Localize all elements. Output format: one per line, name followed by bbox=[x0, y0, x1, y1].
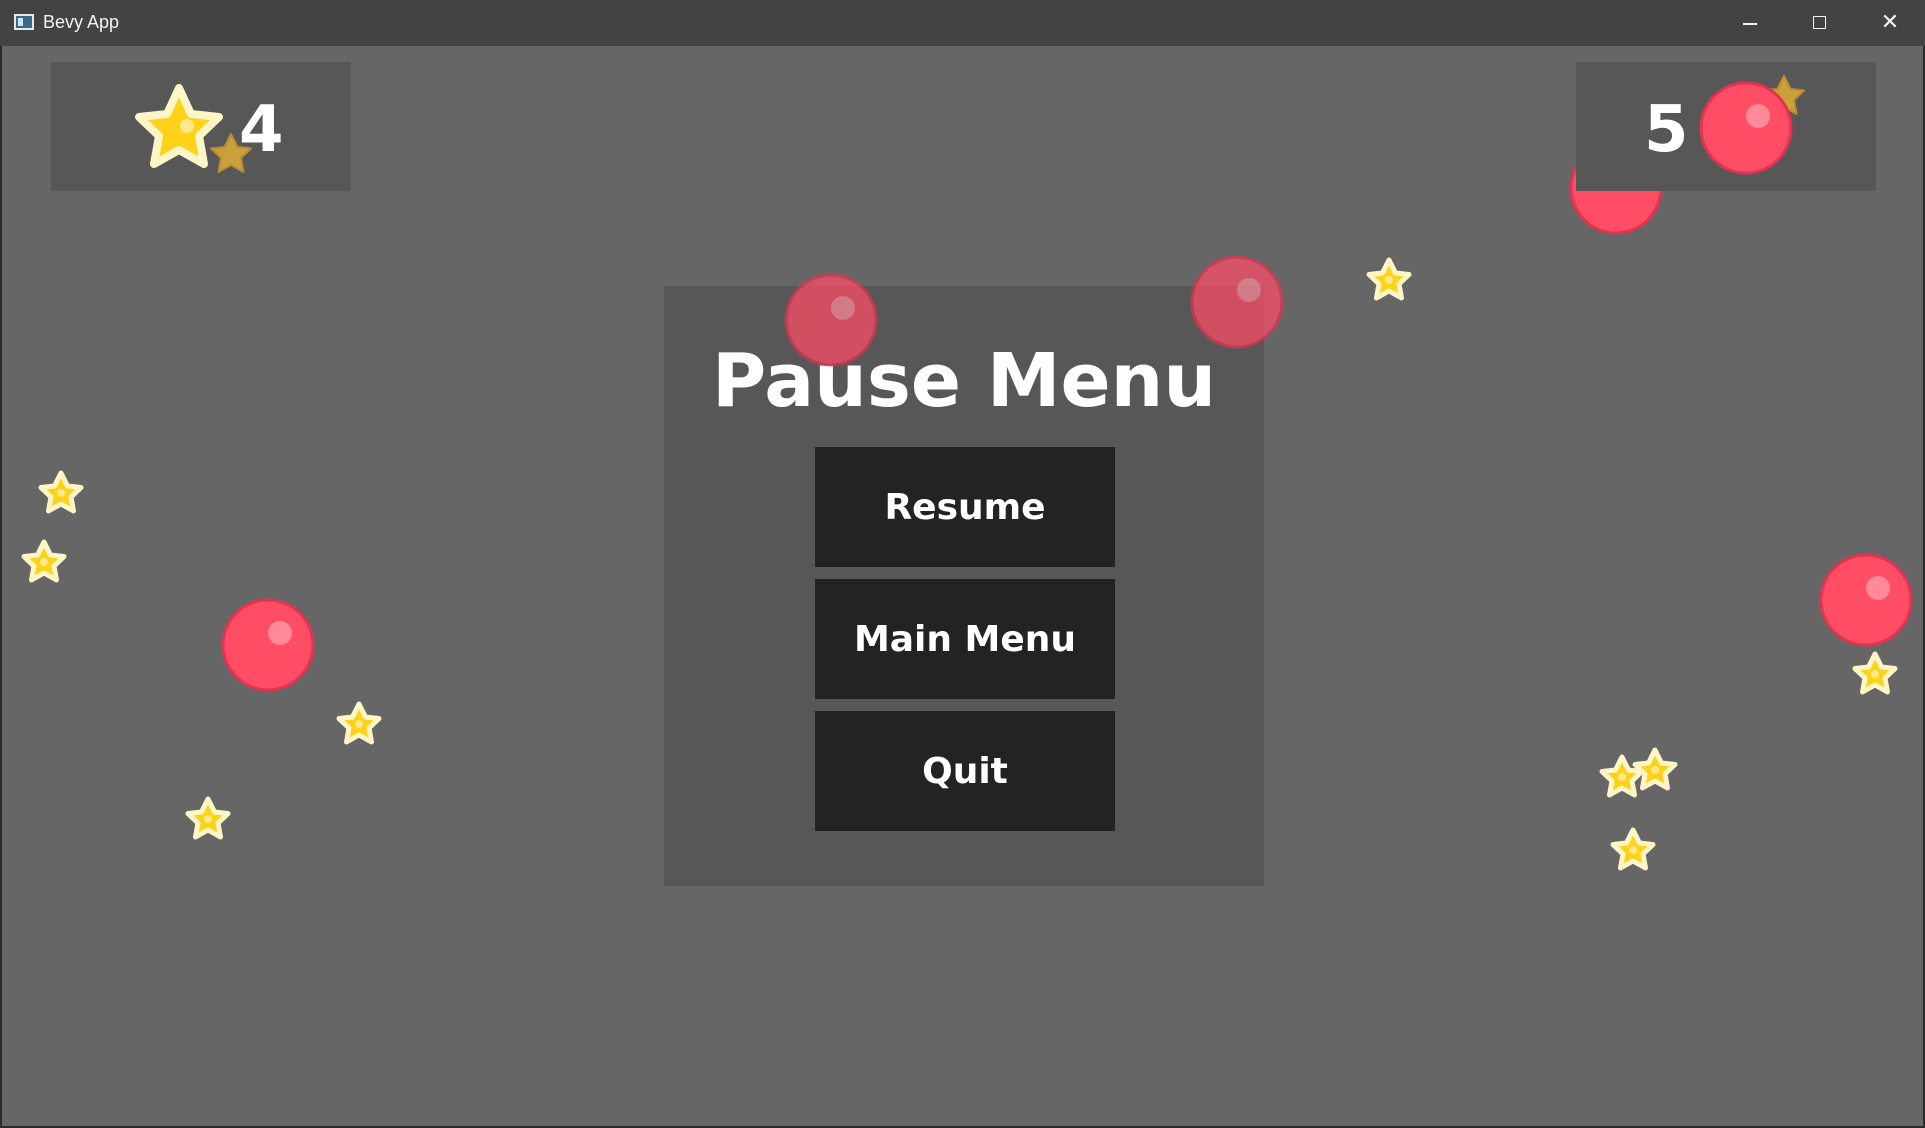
window-title: Bevy App bbox=[43, 12, 120, 32]
overlay-sprites-layer bbox=[784, 255, 1284, 367]
close-icon: ✕ bbox=[1880, 10, 1900, 35]
enemy-ball bbox=[1190, 255, 1284, 349]
maximize-button[interactable] bbox=[1785, 0, 1855, 46]
title-bar[interactable]: Bevy App ✕ bbox=[0, 0, 1925, 46]
game-viewport: 4 5 Pause Menu Resume Main Menu Quit bbox=[2, 46, 1923, 1126]
minimize-button[interactable] bbox=[1715, 0, 1785, 46]
game-window: Bevy App ✕ 4 5 Pause Menu Resume Main Me… bbox=[0, 0, 1925, 1128]
app-icon bbox=[14, 14, 34, 30]
maximize-icon bbox=[1813, 16, 1826, 29]
minimize-icon bbox=[1743, 23, 1757, 25]
enemy-ball bbox=[784, 273, 878, 367]
close-button[interactable]: ✕ bbox=[1855, 0, 1925, 46]
